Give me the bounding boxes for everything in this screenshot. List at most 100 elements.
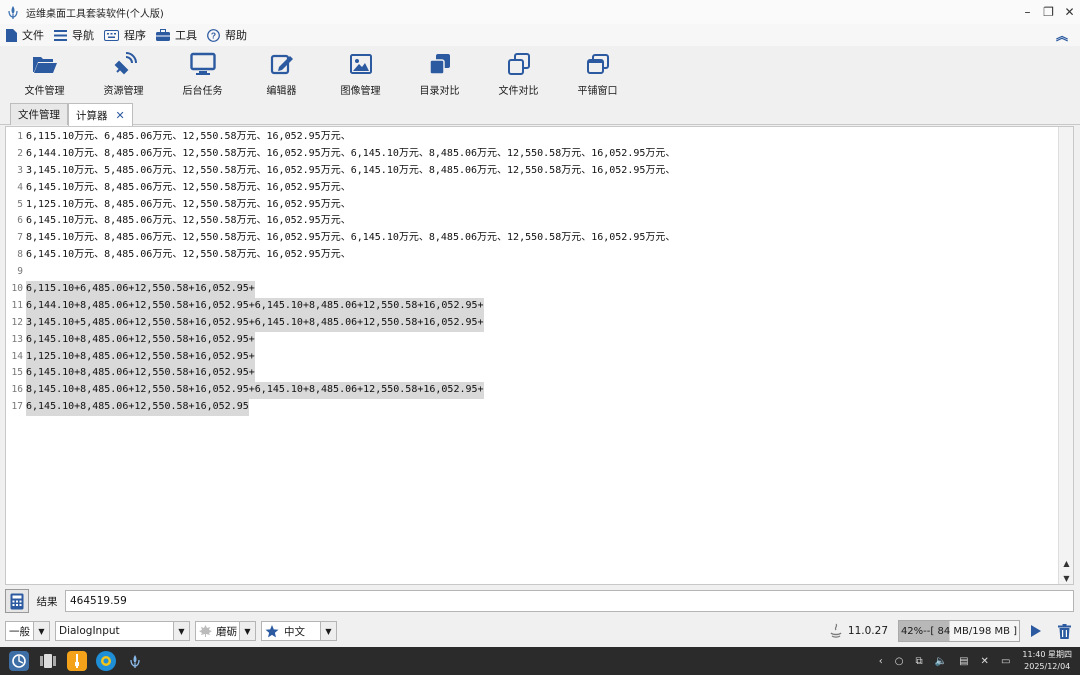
list-icon	[54, 29, 67, 41]
window-controls: – ❐ ✕	[1017, 0, 1080, 24]
run-button[interactable]	[1024, 620, 1048, 642]
line-text: 6,145.10万元、8,485.06万元、12,550.58万元、16,052…	[26, 215, 351, 227]
trash-button[interactable]	[1052, 620, 1076, 642]
line-number: 3	[17, 164, 23, 176]
editor-line[interactable]: 4 6,145.10万元、8,485.06万元、12,550.58万元、16,05…	[6, 180, 675, 197]
line-text: 6,145.10+8,485.06+12,550.58+16,052.95	[26, 399, 249, 417]
toolkit-app-icon[interactable]	[125, 651, 145, 671]
menu-file[interactable]: 文件	[6, 27, 44, 43]
toolbar-resource-manager-button[interactable]: 资源管理	[84, 46, 163, 97]
toolbar-image-manager-button[interactable]: 图像管理	[321, 46, 400, 97]
satellite-icon	[114, 52, 137, 75]
image-icon	[349, 54, 372, 74]
window-restore-icon	[586, 54, 609, 74]
toolbar-background-tasks-button[interactable]: 后台任务	[163, 46, 242, 97]
toolbar-editor-label: 编辑器	[266, 86, 297, 97]
scroll-up-icon[interactable]: ▲	[1059, 556, 1073, 570]
restore-button[interactable]: ❐	[1038, 0, 1059, 24]
editor-line[interactable]: 8 6,145.10万元、8,485.06万元、12,550.58万元、16,05…	[6, 247, 675, 264]
line-text: 6,115.10+6,485.06+12,550.58+16,052.95+	[26, 281, 255, 298]
volume-icon[interactable]: 🔈	[935, 656, 947, 667]
menu-help[interactable]: ? 帮助	[207, 27, 247, 43]
archive-app-icon[interactable]	[67, 651, 87, 671]
editor-line[interactable]: 17 6,145.10+8,485.06+12,550.58+16,052.95	[6, 399, 675, 417]
toolbar-tile-windows-button[interactable]: 平铺窗口	[558, 46, 637, 97]
editor-line[interactable]: 16 8,145.10+8,485.06+12,550.58+16,052.95+…	[6, 382, 675, 400]
menu-navigate[interactable]: 导航	[54, 27, 94, 43]
line-text: 3,145.10万元、5,485.06万元、12,550.58万元、16,052…	[26, 164, 676, 176]
mode-select[interactable]: 一般 ▼	[5, 621, 50, 641]
keyboard-tray-icon[interactable]: ▤	[959, 656, 968, 667]
menu-bar: 文件 导航 程序 工具 ? 帮助 ︽	[0, 24, 1080, 46]
clock[interactable]: 11:40 星期四 2025/12/04	[1022, 649, 1072, 673]
monitor-icon	[189, 52, 216, 75]
copy-icon	[507, 53, 530, 75]
editor-line[interactable]: 10 6,115.10+6,485.06+12,550.58+16,052.95+	[6, 281, 675, 298]
chevron-left-icon[interactable]: ‹	[879, 656, 883, 667]
toolbar-dir-compare-button[interactable]: 目录对比	[400, 46, 479, 97]
close-window-button[interactable]: ✕	[1059, 0, 1080, 24]
editor-line[interactable]: 3 3,145.10万元、5,485.06万元、12,550.58万元、16,05…	[6, 163, 675, 180]
editor-line[interactable]: 11 6,144.10+8,485.06+12,550.58+16,052.95+…	[6, 297, 675, 315]
title-bar: 运维桌面工具套装软件(个人版) – ❐ ✕	[0, 0, 1080, 24]
tab-close-icon[interactable]: ✕	[116, 109, 125, 122]
line-number: 8	[17, 249, 23, 261]
main-toolbar: 文件管理 资源管理 后台任务 编辑器 图像管理 目录对比 文件对比 平铺窗口	[0, 46, 1080, 101]
collapse-toolbar-icon[interactable]: ︽	[1056, 27, 1068, 44]
result-field[interactable]	[65, 590, 1074, 612]
theme-select[interactable]: 磨砺 ▼	[195, 621, 256, 641]
tab-calculator[interactable]: 计算器 ✕	[68, 103, 133, 126]
start-menu-icon[interactable]	[9, 651, 29, 671]
trash-icon	[1057, 623, 1071, 639]
menu-program-label: 程序	[124, 29, 146, 42]
svg-text:?: ?	[211, 30, 216, 40]
notification-icon[interactable]: ▭	[1001, 656, 1010, 667]
editor-line[interactable]: 5 1,125.10万元、8,485.06万元、12,550.58万元、16,05…	[6, 197, 675, 214]
line-number: 7	[17, 232, 23, 244]
toolbar-editor-button[interactable]: 编辑器	[242, 46, 321, 97]
toolbar-resource-manager-label: 资源管理	[103, 86, 144, 97]
tab-file-manager[interactable]: 文件管理	[10, 103, 68, 125]
editor-line[interactable]: 15 6,145.10+8,485.06+12,550.58+16,052.95+	[6, 365, 675, 383]
minimize-button[interactable]: –	[1017, 0, 1038, 24]
calculator-editor[interactable]: 1 6,115.10万元、6,485.06万元、12,550.58万元、16,05…	[5, 126, 1074, 585]
menu-help-label: 帮助	[225, 29, 247, 42]
editor-line[interactable]: 1 6,115.10万元、6,485.06万元、12,550.58万元、16,05…	[6, 129, 675, 146]
mode-select-value: 一般	[9, 625, 30, 638]
toolbar-file-compare-label: 文件对比	[498, 86, 539, 97]
calculator-icon[interactable]	[5, 589, 29, 613]
editor-line[interactable]: 6 6,145.10万元、8,485.06万元、12,550.58万元、16,05…	[6, 213, 675, 230]
line-number: 1	[17, 131, 23, 142]
multitask-view-icon[interactable]	[38, 651, 58, 671]
editor-line[interactable]: 9	[6, 264, 675, 281]
maple-leaf-icon	[199, 625, 212, 637]
editor-line[interactable]: 14 1,125.10+8,485.06+12,550.58+16,052.95+	[6, 348, 675, 366]
browser-icon[interactable]	[96, 651, 116, 671]
editor-line[interactable]: 12 3,145.10+5,485.06+12,550.58+16,052.95+…	[6, 314, 675, 332]
network-icon[interactable]: ✕	[981, 656, 989, 667]
memory-usage-bar[interactable]: 42%--[ 84 MB/198 MB ]	[898, 620, 1020, 642]
chevron-down-icon: ▼	[320, 622, 336, 640]
result-label: 结果	[36, 595, 58, 608]
menu-program[interactable]: 程序	[104, 27, 146, 43]
toolbox-icon	[156, 29, 170, 41]
vertical-scrollbar[interactable]: ▲ ▼	[1058, 127, 1073, 584]
editor-line[interactable]: 2 6,144.10万元、8,485.06万元、12,550.58万元、16,05…	[6, 146, 675, 163]
line-number: 11	[11, 299, 23, 311]
editor-line[interactable]: 13 6,145.10+8,485.06+12,550.58+16,052.95+	[6, 331, 675, 349]
tab-file-manager-label: 文件管理	[18, 109, 60, 121]
toolbar-file-manager-button[interactable]: 文件管理	[5, 46, 84, 97]
language-select[interactable]: 中文 ▼	[261, 621, 337, 641]
screenshot-icon[interactable]: ⧉	[916, 656, 923, 667]
menu-tools[interactable]: 工具	[156, 27, 197, 43]
java-version-label: 11.0.27	[847, 625, 888, 637]
help-icon: ?	[207, 28, 220, 42]
line-text: 1,125.10+8,485.06+12,550.58+16,052.95+	[26, 348, 255, 366]
scroll-down-icon[interactable]: ▼	[1059, 571, 1073, 584]
editor-line[interactable]: 7 8,145.10万元、8,485.06万元、12,550.58万元、16,05…	[6, 230, 675, 247]
search-icon[interactable]: ○	[895, 656, 904, 667]
toolbar-file-compare-button[interactable]: 文件对比	[479, 46, 558, 97]
java-icon	[830, 623, 842, 638]
font-select[interactable]: DialogInput ▼	[55, 621, 190, 641]
line-number: 12	[11, 316, 23, 328]
